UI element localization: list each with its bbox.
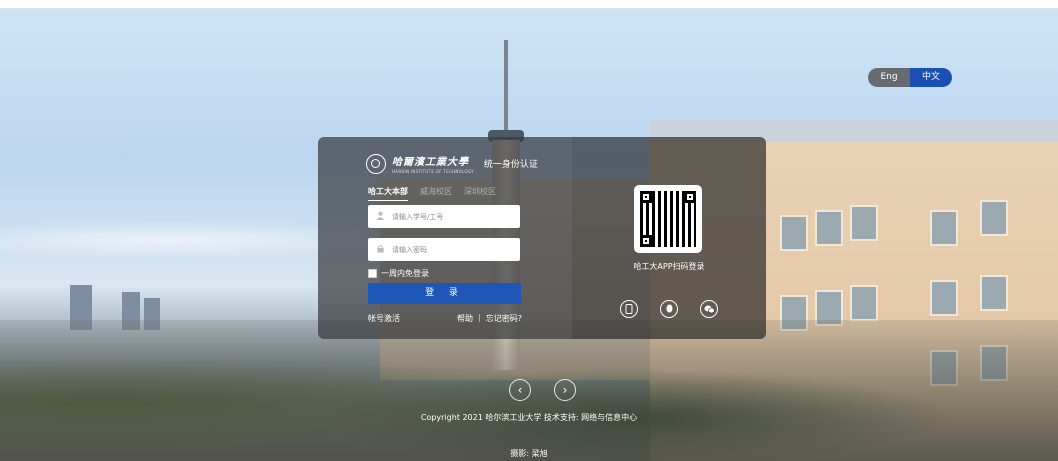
school-name: 哈爾濱工業大學 — [392, 157, 469, 168]
remember-me[interactable]: 一周内免登录 — [368, 268, 429, 279]
qr-finder — [640, 191, 652, 203]
campus-tabs: 哈工大本部 威海校区 深圳校区 — [368, 186, 496, 201]
school-logo: 哈爾濱工業大學 HARBIN INSTITUTE OF TECHNOLOGY 统… — [366, 153, 538, 174]
wechat-login-button[interactable] — [700, 300, 718, 318]
wechat-icon — [704, 305, 715, 314]
qr-code[interactable] — [634, 185, 702, 253]
language-toggle: Eng 中文 — [868, 68, 952, 87]
activate-account-link[interactable]: 帐号激活 — [368, 313, 457, 324]
qr-login-area: 哈工大APP扫码登录 — [572, 137, 766, 339]
carousel-prev-button[interactable]: ‹ — [509, 379, 531, 401]
password-input[interactable] — [390, 244, 514, 255]
link-separator: | — [478, 313, 481, 322]
tab-weihai-campus[interactable]: 威海校区 — [420, 186, 452, 201]
school-emblem-icon — [366, 153, 386, 174]
tab-main-campus[interactable]: 哈工大本部 — [368, 186, 408, 201]
qq-login-button[interactable] — [660, 300, 678, 318]
school-name-en: HARBIN INSTITUTE OF TECHNOLOGY — [392, 169, 474, 174]
qr-login-label: 哈工大APP扫码登录 — [633, 262, 705, 271]
login-links: 帐号激活 帮助 | 忘记密码? — [368, 313, 522, 324]
login-form: 哈爾濱工業大學 HARBIN INSTITUTE OF TECHNOLOGY 统… — [318, 137, 572, 339]
system-title: 统一身份认证 — [483, 160, 538, 170]
login-button[interactable]: 登 录 — [368, 283, 521, 304]
qq-icon — [666, 304, 672, 313]
qr-finder — [640, 235, 652, 247]
forgot-password-link[interactable]: 忘记密码? — [486, 313, 522, 324]
copyright-footer: Copyright 2021 哈尔滨工业大学 技术支持: 网络与信息中心 — [420, 413, 638, 422]
user-icon — [376, 211, 390, 223]
login-panel: 哈爾濱工業大學 HARBIN INSTITUTE OF TECHNOLOGY 统… — [318, 137, 766, 339]
login-page: Eng 中文 哈爾濱工業大學 HARBIN INSTITUTE OF TECHN… — [0, 0, 1058, 461]
password-field — [368, 238, 520, 261]
mobile-icon — [625, 304, 633, 314]
top-border — [0, 0, 1058, 8]
lock-icon — [376, 244, 390, 256]
mobile-login-button[interactable] — [620, 300, 638, 318]
qr-finder — [684, 191, 696, 203]
language-english-button[interactable]: Eng — [868, 68, 910, 87]
language-chinese-button[interactable]: 中文 — [910, 68, 952, 87]
username-field — [368, 205, 520, 228]
username-input[interactable] — [390, 211, 514, 222]
photo-credit: 摄影: 梁旭 — [510, 449, 548, 458]
remember-label: 一周内免登录 — [381, 269, 429, 278]
help-link[interactable]: 帮助 — [457, 313, 473, 324]
carousel-next-button[interactable]: › — [554, 379, 576, 401]
remember-checkbox[interactable] — [368, 269, 377, 278]
tab-shenzhen-campus[interactable]: 深圳校区 — [464, 186, 496, 201]
